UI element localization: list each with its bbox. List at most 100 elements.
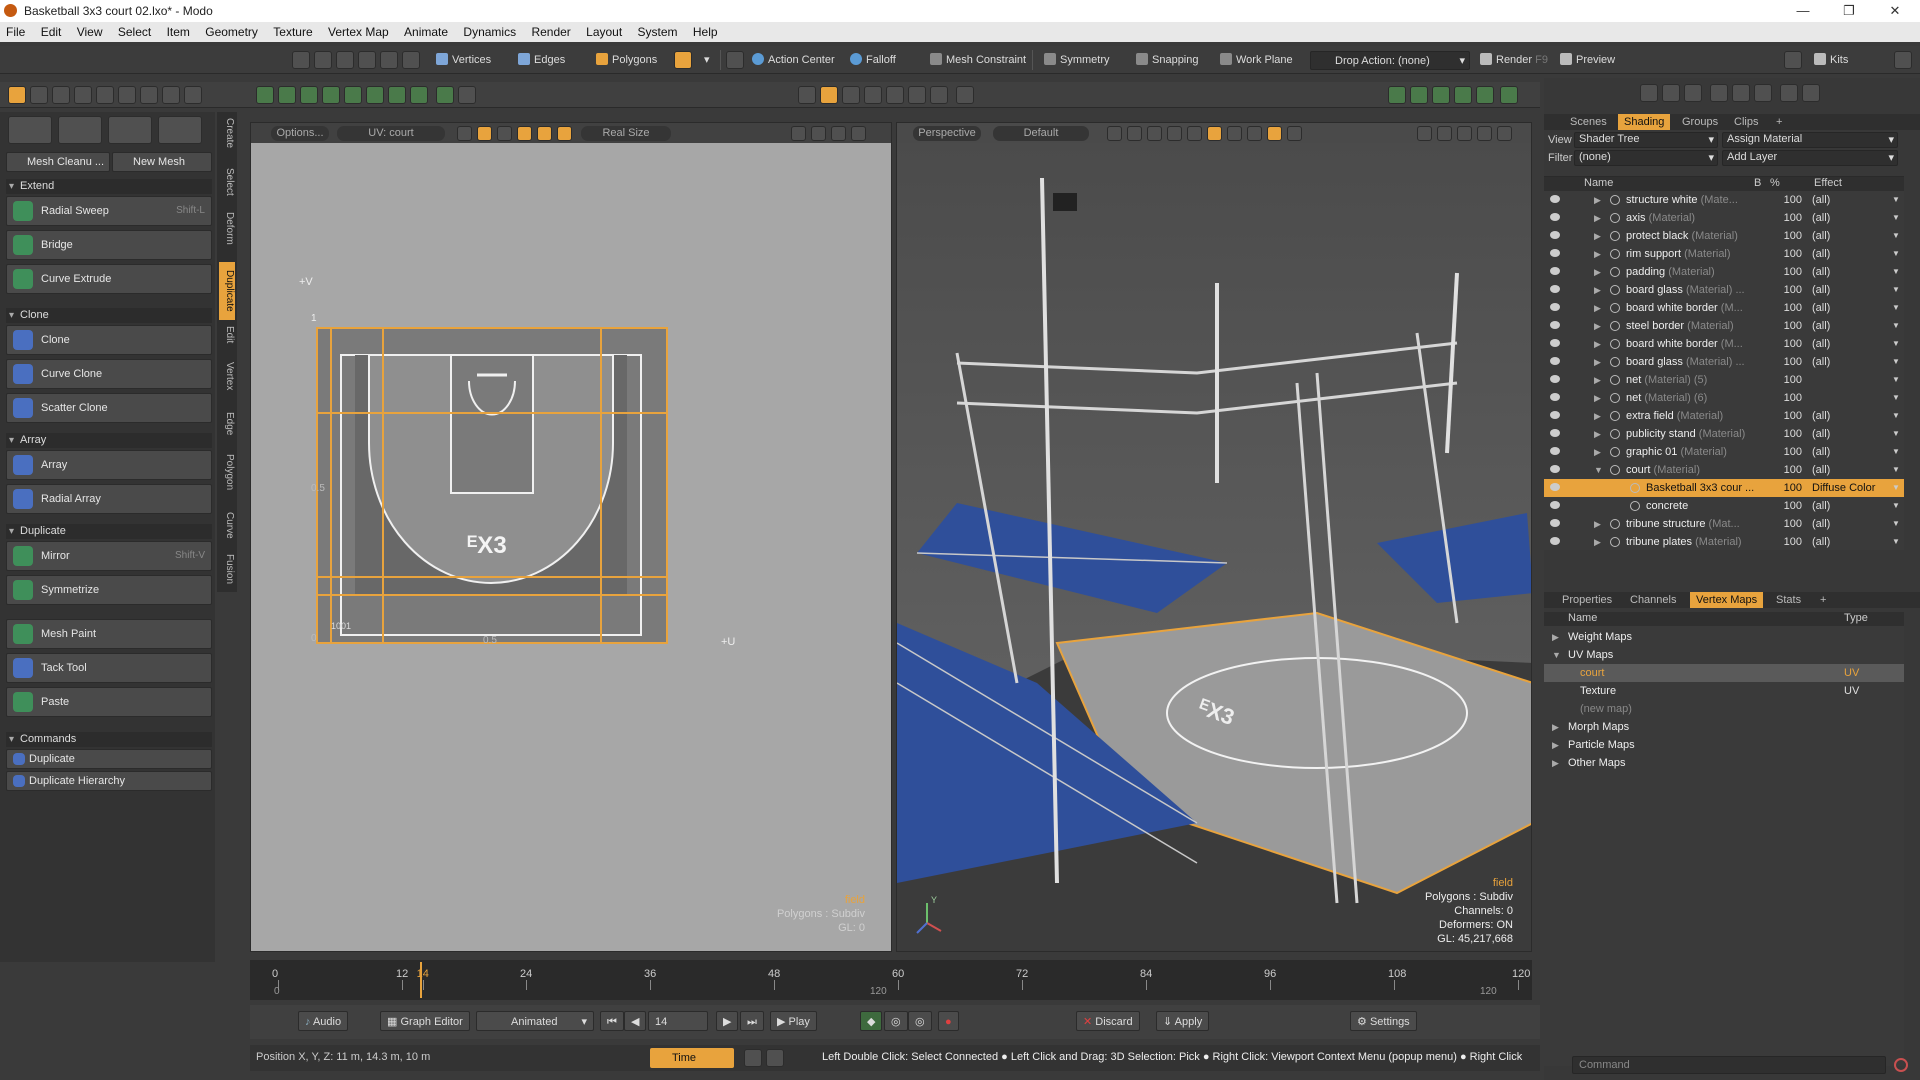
timeline-playhead[interactable] <box>420 962 422 998</box>
fit-icon[interactable] <box>831 126 846 141</box>
uv-view-option-3-icon[interactable] <box>497 126 512 141</box>
menu-file[interactable]: File <box>0 22 31 39</box>
visibility-eye-icon[interactable] <box>1550 519 1560 527</box>
visibility-eye-icon[interactable] <box>1550 303 1560 311</box>
visibility-eye-icon[interactable] <box>1550 465 1560 473</box>
chevron-down-icon[interactable]: ▼ <box>1892 443 1900 461</box>
chevron-down-icon[interactable]: ▼ <box>1892 371 1900 389</box>
chevron-down-icon[interactable]: ▼ <box>1892 533 1900 551</box>
uv-add-icon[interactable] <box>436 86 454 104</box>
visibility-eye-icon[interactable] <box>1550 357 1560 365</box>
command-input[interactable]: Command <box>1572 1056 1886 1074</box>
vmap-row[interactable]: ▼ UV Maps <box>1544 646 1904 664</box>
shader-row[interactable]: ▶ net (Material) (5) 100 ▼ <box>1544 371 1904 389</box>
frame-field[interactable]: 14 <box>648 1011 708 1031</box>
menu-render[interactable]: Render <box>525 22 576 39</box>
chevron-down-icon[interactable]: ▼ <box>1892 209 1900 227</box>
edges-mode-button[interactable]: Edges <box>514 51 569 70</box>
vmap-row[interactable]: court UV <box>1544 664 1904 682</box>
tool-preset-3-icon[interactable] <box>108 116 152 144</box>
menu-animate[interactable]: Animate <box>398 22 454 39</box>
nodes-icon[interactable] <box>1432 86 1450 104</box>
effects-icon[interactable] <box>1287 126 1302 141</box>
selection-tool-icon[interactable] <box>8 86 26 104</box>
tab-groups[interactable]: Groups <box>1676 114 1724 130</box>
work-plane-button[interactable]: Work Plane <box>1216 51 1297 70</box>
settings-button[interactable]: ⚙ Settings <box>1350 1011 1417 1031</box>
render-button[interactable]: Render F9 <box>1476 51 1552 70</box>
tab-stats[interactable]: Stats <box>1770 592 1807 608</box>
vmap-row[interactable]: Texture UV <box>1544 682 1904 700</box>
duplicate-hierarchy-button[interactable]: Duplicate Hierarchy <box>6 771 212 791</box>
tab-vertex[interactable]: Vertex <box>219 362 235 390</box>
visibility-eye-icon[interactable] <box>1550 195 1560 203</box>
list-icon[interactable] <box>1388 86 1406 104</box>
menu-help[interactable]: Help <box>687 22 724 39</box>
refresh-tool-icon[interactable] <box>184 86 202 104</box>
curve-clone-button[interactable]: Curve Clone <box>6 359 212 389</box>
shader-row[interactable]: Basketball 3x3 cour ... 100 Diffuse Color… <box>1544 479 1904 497</box>
falloff-button[interactable]: Falloff <box>846 51 900 70</box>
shader-row[interactable]: ▶ steel border (Material) 100 (all) ▼ <box>1544 317 1904 335</box>
time-toggle[interactable]: Time <box>650 1048 734 1068</box>
animation-mode-dropdown[interactable]: Animated ▾ <box>476 1011 594 1031</box>
expand-arrow-icon[interactable]: ▶ <box>1594 353 1601 371</box>
clone-button[interactable]: Clone <box>6 325 212 355</box>
preview-button[interactable]: Preview <box>1556 51 1619 70</box>
assign-material-dropdown[interactable]: Assign Material ▾ <box>1722 132 1898 148</box>
shader-row[interactable]: concrete 100 (all) ▼ <box>1544 497 1904 515</box>
uv-canvas[interactable]: +V 1 0.5 0.5 0 1001 +U ᴱX3 field Polygon… <box>251 143 891 951</box>
section-array[interactable]: Array <box>6 433 212 448</box>
snapping-button[interactable]: Snapping <box>1132 51 1203 70</box>
visibility-eye-icon[interactable] <box>1550 249 1560 257</box>
menu-edit[interactable]: Edit <box>35 22 68 39</box>
expand-arrow-icon[interactable]: ▶ <box>1594 299 1601 317</box>
scatter-clone-button[interactable]: Scatter Clone <box>6 393 212 423</box>
grid-icon[interactable] <box>1107 126 1122 141</box>
vmap-row[interactable]: ▶ Particle Maps <box>1544 736 1904 754</box>
lights-icon[interactable] <box>1207 126 1222 141</box>
shader-row[interactable]: ▶ publicity stand (Material) 100 (all) ▼ <box>1544 425 1904 443</box>
uv-tool-5-icon[interactable] <box>344 86 362 104</box>
curve-extrude-button[interactable]: Curve Extrude <box>6 264 212 294</box>
play-button[interactable]: ▶ Play <box>770 1011 817 1031</box>
mirror-button[interactable]: Mirror Shift-V <box>6 541 212 571</box>
uv-map-selector[interactable]: UV: court <box>337 126 445 141</box>
tab-deform[interactable]: Deform <box>219 212 235 245</box>
visibility-eye-icon[interactable] <box>1550 213 1560 221</box>
uv-tool-7-icon[interactable] <box>388 86 406 104</box>
expand-arrow-icon[interactable]: ▶ <box>1594 515 1601 533</box>
orbit-icon[interactable] <box>1437 126 1452 141</box>
chevron-down-icon[interactable]: ▼ <box>1892 263 1900 281</box>
command-record-icon[interactable] <box>1894 1058 1908 1072</box>
camera-selector[interactable]: Perspective <box>913 126 981 141</box>
chevron-down-icon[interactable]: ▼ <box>1892 389 1900 407</box>
menu-geometry[interactable]: Geometry <box>199 22 264 39</box>
material-preset-4-icon[interactable] <box>1710 84 1728 102</box>
layout-button-1-icon[interactable] <box>744 1049 762 1067</box>
tab-edge[interactable]: Edge <box>219 412 235 435</box>
menu-item[interactable]: Item <box>161 22 196 39</box>
shader-row[interactable]: ▶ padding (Material) 100 (all) ▼ <box>1544 263 1904 281</box>
uv-zoom-icon[interactable] <box>458 86 476 104</box>
vmap-row[interactable]: ▶ Weight Maps <box>1544 628 1904 646</box>
uv-view-option-2-icon[interactable] <box>477 126 492 141</box>
shader-row[interactable]: ▶ structure white (Mate... 100 (all) ▼ <box>1544 191 1904 209</box>
zoom-icon[interactable] <box>811 126 826 141</box>
section-clone[interactable]: Clone <box>6 308 212 323</box>
select-icon[interactable] <box>314 51 332 69</box>
user-tool-icon[interactable] <box>140 86 158 104</box>
add-layer-dropdown[interactable]: Add Layer ▾ <box>1722 150 1898 166</box>
material-preset-5-icon[interactable] <box>1732 84 1750 102</box>
menu-texture[interactable]: Texture <box>267 22 318 39</box>
shader-row[interactable]: ▶ net (Material) (6) 100 ▼ <box>1544 389 1904 407</box>
section-commands[interactable]: Commands <box>6 732 212 747</box>
expand-arrow-icon[interactable]: ▶ <box>1594 209 1601 227</box>
vmap-row[interactable]: (new map) <box>1544 700 1904 718</box>
mesh-paint-button[interactable]: Mesh Paint <box>6 619 212 649</box>
wire-icon[interactable] <box>1127 126 1142 141</box>
prev-key-button[interactable]: ◀ <box>624 1011 647 1031</box>
shader-row[interactable]: ▼ court (Material) 100 (all) ▼ <box>1544 461 1904 479</box>
tab-select[interactable]: Select <box>219 168 235 196</box>
tab-channels[interactable]: Channels <box>1624 592 1682 608</box>
